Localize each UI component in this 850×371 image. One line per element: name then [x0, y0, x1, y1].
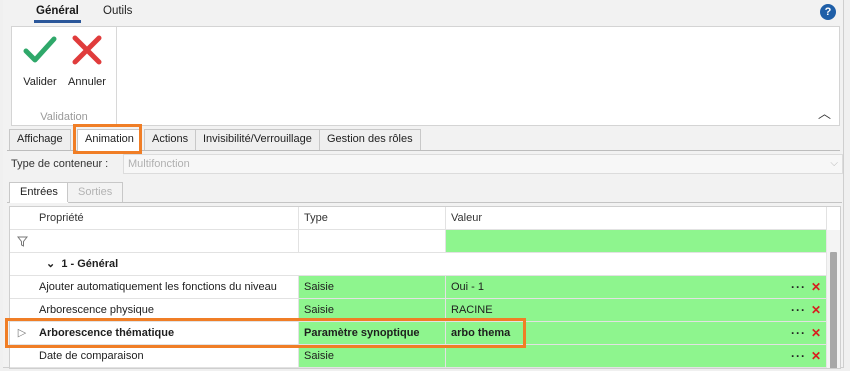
ellipsis-button[interactable]: ··· — [791, 276, 806, 298]
cross-icon — [72, 35, 102, 65]
chevron-down-icon: ⌵ — [830, 158, 838, 169]
property-value[interactable]: ··· ✕ — [446, 345, 826, 367]
delete-icon[interactable]: ✕ — [811, 299, 821, 321]
col-header-type[interactable]: Type — [299, 207, 446, 229]
col-header-valeur[interactable]: Valeur — [446, 207, 826, 229]
delete-icon[interactable]: ✕ — [811, 276, 821, 298]
tab-gestion-roles[interactable]: Gestion des rôles — [319, 129, 421, 150]
io-tab-bar: Entrées Sorties — [7, 182, 842, 203]
container-type-select[interactable]: Multifonction ⌵ — [123, 154, 843, 174]
tab-invisibilite[interactable]: Invisibilité/Verrouillage — [195, 129, 320, 150]
group-row[interactable]: ⌄ 1 - Général — [10, 253, 826, 276]
help-icon[interactable]: ? — [820, 4, 836, 20]
container-type-value: Multifonction — [128, 158, 190, 170]
cancel-label: Annuler — [68, 76, 106, 88]
group-label: ⌄ 1 - Général — [46, 258, 119, 270]
col-header-propriete[interactable]: Propriété — [34, 207, 299, 229]
tab-sorties[interactable]: Sorties — [67, 182, 124, 202]
cancel-button[interactable]: Annuler — [67, 31, 107, 93]
filter-valeur-input[interactable] — [446, 230, 826, 252]
property-value[interactable]: Oui - 1 ··· ✕ — [446, 276, 826, 298]
scrollbar-thumb[interactable] — [830, 252, 837, 368]
selected-row-highlight — [5, 318, 526, 348]
chevron-down-icon[interactable]: ⌄ — [46, 258, 55, 270]
property-type: Saisie — [299, 345, 446, 367]
ribbon-tab-bar: Général Outils ? — [3, 0, 844, 26]
ellipsis-button[interactable]: ··· — [791, 299, 806, 321]
app-frame: Général Outils ? Valider Annuler Validat… — [3, 0, 844, 369]
delete-icon[interactable]: ✕ — [811, 322, 821, 344]
group-indent — [10, 253, 34, 275]
property-type: Saisie — [299, 276, 446, 298]
container-type-label: Type de conteneur : — [11, 158, 109, 170]
table-row[interactable]: Date de comparaison Saisie ··· ✕ — [10, 345, 826, 368]
filter-row — [10, 230, 826, 253]
filter-propriete-input[interactable] — [34, 230, 299, 252]
validate-button[interactable]: Valider — [20, 31, 60, 93]
animation-tab-highlight — [73, 124, 142, 154]
group-label-validation: Validation — [40, 111, 88, 123]
filter-icon — [10, 230, 34, 252]
validate-label: Valider — [23, 76, 57, 88]
table-row[interactable]: Ajouter automatiquement les fonctions du… — [10, 276, 826, 299]
filter-type-input[interactable] — [299, 230, 446, 252]
collapse-ribbon-icon[interactable]: ︿ — [818, 103, 831, 122]
header-indicator — [10, 207, 34, 229]
group-separator — [116, 27, 117, 125]
row-indicator — [10, 345, 34, 367]
ribbon-panel: Valider Annuler Validation ︿ — [11, 26, 840, 126]
grid-header: Propriété Type Valeur — [10, 207, 826, 230]
vertical-scrollbar[interactable] — [826, 230, 840, 368]
header-scroll-spacer — [826, 207, 840, 230]
check-icon — [23, 36, 57, 63]
tab-general[interactable]: Général — [34, 5, 81, 23]
tab-actions[interactable]: Actions — [144, 129, 197, 150]
property-name: Ajouter automatiquement les fonctions du… — [34, 276, 299, 298]
tab-entrees[interactable]: Entrées — [9, 182, 69, 203]
property-name: Date de comparaison — [34, 345, 299, 367]
container-type-row: Type de conteneur : Multifonction ⌵ — [7, 154, 843, 176]
delete-icon[interactable]: ✕ — [811, 345, 821, 367]
tab-affichage[interactable]: Affichage — [9, 129, 71, 150]
ellipsis-button[interactable]: ··· — [791, 345, 806, 367]
row-indicator — [10, 276, 34, 298]
ellipsis-button[interactable]: ··· — [791, 322, 806, 344]
tab-outils[interactable]: Outils — [101, 5, 134, 23]
